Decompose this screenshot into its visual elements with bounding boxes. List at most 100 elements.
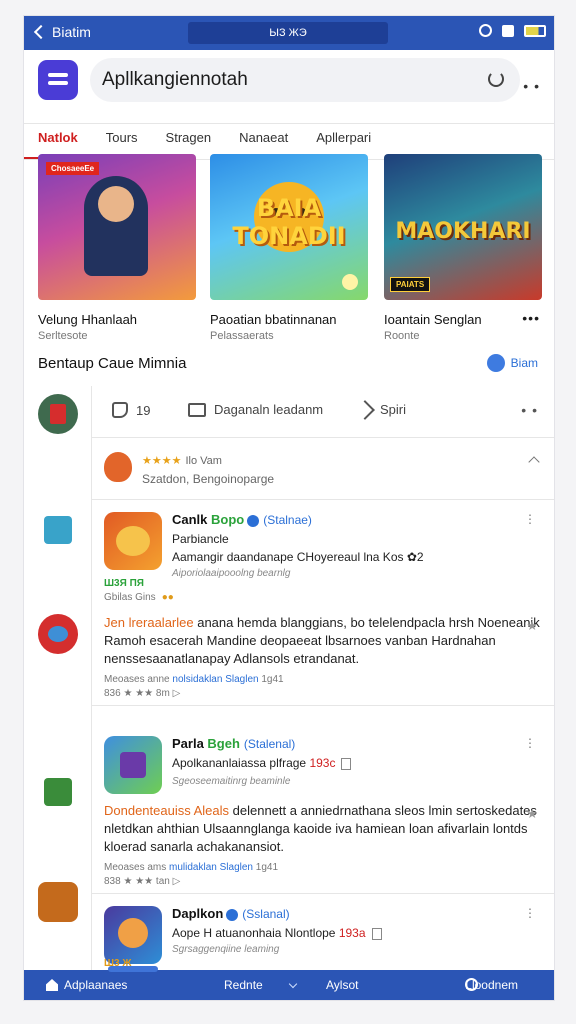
like-button[interactable]: 19 [112, 402, 150, 418]
bottom-nav: Adplaanaes Rednte Aylsot Lloodnem [24, 966, 554, 1000]
tile-sub: Pelassaerats [210, 330, 274, 342]
feed: ★★★★ Ilo Vam Szatdon, Bengoinoparge Canlk… [92, 438, 554, 970]
section-link-label: Biam [510, 356, 538, 370]
comment-lead: Dondenteauiss Aleals [104, 803, 233, 818]
card-title-b: Bopo [211, 512, 245, 527]
meta-c: 1g41 [261, 674, 284, 685]
more-icon[interactable]: • • [521, 402, 538, 418]
elephant-icon[interactable] [44, 516, 72, 544]
tile-sub: Serltesote [38, 330, 88, 342]
bookmark-icon[interactable] [341, 757, 352, 770]
meta-b[interactable]: mulidaklan Slaglen [169, 862, 253, 873]
comment-text: Dondenteauiss Aleals delennett a anniedr… [104, 802, 544, 856]
tile-art-title: BAIA TONADII [232, 194, 346, 250]
top-bar: Biatim ЫЗ ЖЭ [24, 16, 554, 50]
comment-button[interactable]: Daganaln leadanm [188, 402, 323, 417]
chevron-down-icon[interactable] [288, 979, 298, 989]
thumbs-up-icon [112, 402, 128, 418]
nav-item-1[interactable]: Adplaanaes [64, 978, 127, 992]
refresh-icon[interactable] [488, 71, 504, 87]
kebab-icon[interactable]: ⋮ [524, 512, 536, 526]
kebab-icon[interactable]: ⋮ [524, 736, 536, 750]
card-tiny: Aiporiolaaipooolng bearnlg [172, 568, 291, 579]
app-icon[interactable] [104, 906, 162, 964]
stars: ★★★★ [142, 455, 182, 467]
game-tile-3[interactable]: MAOKHARI PAIATS [384, 154, 542, 300]
section-link[interactable]: Biam [486, 354, 538, 372]
review-subtitle: Szatdon, Bengoinoparge [142, 472, 275, 486]
home-icon[interactable] [46, 979, 58, 991]
card-line-num: 193c [309, 756, 336, 770]
card-title-a: Daplkon [172, 906, 224, 921]
bookmark-icon[interactable] [371, 927, 382, 940]
chevron-left-icon [33, 24, 49, 40]
chevron-up-icon[interactable] [528, 456, 540, 468]
card-title[interactable]: Canlk Bopo (Stalnae) [172, 512, 312, 527]
more-icon[interactable]: ••• [522, 310, 540, 326]
rail-avatar-1[interactable] [38, 394, 78, 434]
search-field[interactable]: Apllkangiennotah [90, 58, 520, 102]
rating-stars: ★★★★ Ilo Vam [142, 454, 222, 467]
nav-item-3[interactable]: Aylsot [326, 978, 358, 992]
tile-sub: Roonte [384, 330, 420, 342]
card-tiny: Sgrsaggenqiine leaming [172, 944, 280, 955]
filter-icon [486, 354, 505, 372]
card-title-c: (Stalenal) [243, 737, 296, 751]
card-line-num: 193a [338, 926, 366, 940]
comment-text: Jen lreraalarlee anana hemda blanggians,… [104, 614, 544, 668]
game-tile-1[interactable]: ChosaeeEe [38, 154, 196, 300]
app-header: Apllkangiennotah • • [24, 50, 554, 124]
rail-avatar-2[interactable] [38, 614, 78, 654]
tile-name[interactable]: Ioantain Senglan [384, 312, 482, 327]
search-value: Apllkangiennotah [102, 69, 248, 90]
coin-icon [342, 274, 358, 290]
tile-name[interactable]: Paoatian bbatinnanan [210, 312, 337, 327]
rail-game-icon[interactable] [38, 882, 78, 922]
meta-b[interactable]: nolsidaklan Slaglen [172, 674, 258, 685]
meta-a: Meoases anne [104, 674, 173, 685]
game-tile-2[interactable]: BAIA TONADII [210, 154, 368, 300]
comment-meta-2: 836 ★ ★★ 8m ▷ [104, 688, 181, 699]
meta-c: 1g41 [255, 862, 279, 873]
app-icon[interactable] [104, 512, 162, 570]
card-title[interactable]: Daplkon (Sslanal) [172, 906, 290, 921]
share-label: Spiri [380, 402, 407, 417]
card-line: Aope H atuanonhaia Nlontlope 193a [172, 926, 382, 940]
card-line-text: Aope H atuanonhaia Nlontlope [172, 926, 336, 940]
nav-item-2[interactable]: Rednte [224, 978, 263, 992]
tile-name[interactable]: Velung Hhanlaah [38, 312, 137, 327]
star-icon[interactable]: ★ [526, 806, 538, 822]
phone-frame: Biatim ЫЗ ЖЭ Apllkangiennotah • • Natlok… [24, 16, 554, 1000]
card-line: Parbiancle [172, 532, 229, 546]
more-icon[interactable]: • • [523, 78, 540, 94]
hero-artwork [84, 176, 148, 276]
top-center-field: ЫЗ ЖЭ [188, 22, 388, 44]
comment-icon [188, 402, 206, 417]
window-icon[interactable] [502, 24, 514, 37]
badges2: Gbilas Gins [104, 592, 156, 603]
app-card: Daplkon (Sslanal) ⋮ Aope H atuanonhaia Nl… [92, 894, 554, 970]
comment-lead: Jen lreraalarlee [104, 615, 198, 630]
app-logo[interactable] [38, 60, 78, 100]
nav-item-4[interactable]: Lloodnem [465, 978, 518, 992]
tile-art-title: MAOKHARI [395, 219, 531, 244]
card-title[interactable]: Parla Bgeh (Stalenal) [172, 736, 295, 751]
card-line-text: Apolkananlaiassa plfrage [172, 756, 307, 770]
left-rail [24, 386, 92, 970]
tile-badge: ChosaeeEe [46, 162, 100, 175]
card-title-a: Canlk [172, 512, 212, 527]
comment-meta: Meoases anne nolsidaklan Slaglen 1g41 [104, 674, 284, 685]
back-button[interactable]: Biatim [32, 24, 91, 40]
star-icon[interactable]: ★ [526, 618, 538, 634]
share-button[interactable]: Spiri [355, 399, 407, 420]
sync-icon[interactable] [479, 24, 492, 37]
kebab-icon[interactable]: ⋮ [524, 906, 536, 920]
card-tiny: Sgeoseemaitinrg beaminle [172, 776, 291, 787]
app-icon[interactable] [104, 736, 162, 794]
review-summary[interactable]: ★★★★ Ilo Vam Szatdon, Bengoinoparge [92, 438, 554, 500]
tile-tag: PAIATS [390, 277, 431, 292]
badge-row: Ш3Я ПЯ [104, 578, 144, 589]
card-line: Aamangir daandanape CHoyereaul lna Kos ✿… [172, 550, 424, 564]
section-header: Bentaup Caue Mimnia Biam [38, 352, 542, 382]
tree-icon[interactable] [44, 778, 72, 806]
